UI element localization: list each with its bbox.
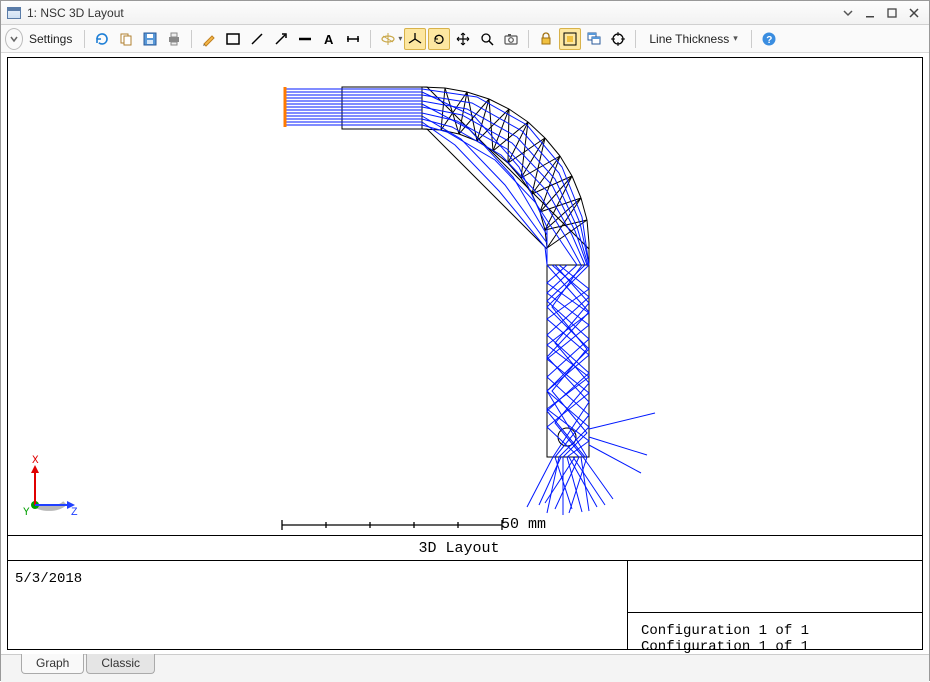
help-button[interactable]: ? <box>758 28 780 50</box>
copy-button[interactable] <box>115 28 137 50</box>
refresh-button[interactable] <box>91 28 113 50</box>
orbit-button[interactable] <box>377 28 399 50</box>
axis-z-label: Z <box>71 507 78 519</box>
config-line-2: Configuration 1 of 1 <box>641 639 809 655</box>
window-list-button[interactable] <box>583 28 605 50</box>
titlebar: 1: NSC 3D Layout <box>1 1 929 25</box>
layout-canvas <box>7 57 923 650</box>
rectangle-button[interactable] <box>222 28 244 50</box>
axis-x-label: X <box>32 455 39 467</box>
zoom-button[interactable] <box>476 28 498 50</box>
separator <box>751 30 752 48</box>
pencil-draw-button[interactable] <box>198 28 220 50</box>
config-line-1: Configuration 1 of 1 <box>641 623 809 639</box>
target-button[interactable] <box>607 28 629 50</box>
axis-triad-button[interactable] <box>404 28 426 50</box>
svg-text:A: A <box>324 32 334 47</box>
separator <box>635 30 636 48</box>
plot-title: 3D Layout <box>1 540 917 557</box>
configuration-info: Configuration 1 of 1 Configuration 1 of … <box>641 623 809 655</box>
camera-button[interactable] <box>500 28 522 50</box>
close-button[interactable] <box>905 5 923 21</box>
window-title: 1: NSC 3D Layout <box>27 6 124 20</box>
caret-down-icon: ▾ <box>733 33 738 44</box>
rotate-button[interactable] <box>428 28 450 50</box>
window-icon <box>7 7 21 19</box>
tab-classic[interactable]: Classic <box>86 654 155 674</box>
separator <box>191 30 192 48</box>
diagonal-line-button[interactable] <box>246 28 268 50</box>
line-thickness-label: Line Thickness <box>649 32 729 46</box>
pan-button[interactable] <box>452 28 474 50</box>
text-annotation-button[interactable]: A <box>318 28 340 50</box>
separator <box>370 30 371 48</box>
fit-view-button[interactable] <box>559 28 581 50</box>
tab-bar: Graph Classic <box>1 654 929 682</box>
axis-triad-icon: X Y Z <box>21 453 81 521</box>
save-button[interactable] <box>139 28 161 50</box>
separator <box>84 30 85 48</box>
horizontal-line-button[interactable] <box>294 28 316 50</box>
expand-settings-button[interactable] <box>5 28 23 50</box>
orbit-caret-icon[interactable]: ▾ <box>398 34 402 43</box>
axis-y-label: Y <box>23 507 30 519</box>
arrow-button[interactable] <box>270 28 292 50</box>
separator <box>528 30 529 48</box>
viewport[interactable]: X Y Z 50 mm 3D Layout 5/3/2018 Configura… <box>1 53 929 654</box>
settings-button[interactable]: Settings <box>29 32 72 46</box>
minimize-button[interactable] <box>861 5 879 21</box>
dropdown-button[interactable] <box>839 5 857 21</box>
lock-button[interactable] <box>535 28 557 50</box>
date-label: 5/3/2018 <box>15 571 82 587</box>
maximize-button[interactable] <box>883 5 901 21</box>
dimension-button[interactable] <box>342 28 364 50</box>
tab-graph[interactable]: Graph <box>21 654 84 674</box>
print-button[interactable] <box>163 28 185 50</box>
scale-label: 50 mm <box>501 516 546 533</box>
svg-text:?: ? <box>766 35 772 46</box>
line-thickness-dropdown[interactable]: Line Thickness ▾ <box>642 28 744 50</box>
toolbar: Settings A ▾ <box>1 25 929 53</box>
